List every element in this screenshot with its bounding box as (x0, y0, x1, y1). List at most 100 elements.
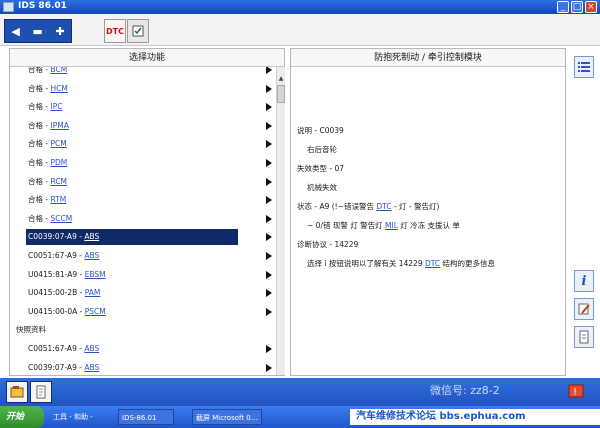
expand-arrow-icon[interactable] (266, 177, 272, 186)
close-button[interactable]: × (585, 1, 597, 13)
report-icon (36, 385, 46, 399)
detail-text-tail: 灯 冷冻 支援认 单 (397, 221, 460, 230)
vehicle-icon[interactable]: ▬ (32, 25, 42, 38)
list-view-button[interactable] (574, 56, 594, 78)
checklist-icon (132, 25, 144, 37)
expand-arrow-icon[interactable] (266, 363, 272, 372)
list-item-prefix: 合格 - (28, 139, 51, 149)
maximize-button[interactable]: □ (571, 1, 583, 13)
list-item-prefix: 合格 - (28, 195, 51, 205)
expand-arrow-icon[interactable] (266, 270, 272, 279)
expand-arrow-icon[interactable] (266, 233, 272, 242)
module-link[interactable]: ABS (84, 251, 99, 260)
dtc-label: DTC (106, 26, 124, 36)
report-button[interactable] (30, 381, 52, 403)
list-item-label: C0039:07-A9 - ABS (28, 228, 99, 246)
forum-banner: 汽车维修技术论坛 bbs.ephua.com (350, 409, 600, 425)
dtc-detail-line: 状态 - A9 (!~错误警告 DTC - 灯 - 警告灯) (297, 201, 439, 212)
function-list-item[interactable]: U0415:00-2B - PAM (10, 284, 276, 302)
function-list-item[interactable]: C0039:07-A9 - ABS (10, 228, 276, 246)
module-link[interactable]: BCM (50, 67, 67, 74)
module-link[interactable]: SCCM (50, 214, 72, 223)
expand-arrow-icon[interactable] (266, 159, 272, 167)
module-link[interactable]: HCM (50, 84, 67, 93)
function-list-item[interactable]: U0415:00-0A - PSCM (10, 303, 276, 321)
start-button[interactable]: 开始 (0, 406, 44, 428)
module-link[interactable]: ABS (84, 344, 99, 353)
warning-icon[interactable]: ! (568, 384, 584, 398)
module-link[interactable]: PAM (85, 288, 101, 297)
function-list-item[interactable]: 合格 - PCM (10, 135, 276, 153)
function-list-item[interactable]: C0039:07-A9 - ABS (10, 359, 276, 375)
function-list-item[interactable]: 合格 - RTM (10, 191, 276, 209)
scroll-up-icon[interactable]: ▲ (277, 75, 285, 83)
list-item-label: 快照资料 (16, 321, 46, 339)
expand-arrow-icon[interactable] (266, 140, 272, 149)
edit-notes-button[interactable] (574, 298, 594, 320)
dtc-detail-line: 右后音轮 (307, 144, 337, 155)
expand-arrow-icon[interactable] (266, 84, 272, 93)
module-link[interactable]: IPC (50, 102, 62, 111)
print-button[interactable] (574, 326, 594, 348)
expand-arrow-icon[interactable] (266, 121, 272, 130)
back-arrow-icon[interactable]: ◀ (11, 25, 19, 38)
module-link[interactable]: RTM (50, 195, 66, 204)
list-item-label: C0051:67-A9 - ABS (28, 247, 99, 265)
detail-link[interactable]: DTC (376, 202, 391, 211)
expand-arrow-icon[interactable] (266, 196, 272, 205)
dtc-detail-line: 选择 i 按钮说明以了解有关 14229 DTC 结构的更多信息 (307, 258, 495, 269)
module-link[interactable]: PSCM (85, 307, 106, 316)
detail-link[interactable]: DTC (425, 259, 440, 268)
list-item-prefix: 合格 - (28, 176, 51, 186)
list-item-prefix: 合格 - (28, 102, 51, 112)
module-link[interactable]: IPMA (50, 121, 68, 130)
taskbar-item-ids[interactable]: IDS-86.01 (118, 409, 174, 425)
session-button[interactable] (6, 381, 28, 403)
dtc-detail-line: 机械失效 (307, 182, 337, 193)
checklist-tool-button[interactable] (127, 19, 149, 43)
expand-arrow-icon[interactable] (266, 214, 272, 223)
function-list-scrollbar[interactable]: ▲ (276, 67, 285, 375)
list-item-prefix: U0415:00-0A - (28, 306, 85, 316)
dtc-detail-line: 诊断协议 - 14229 (297, 239, 358, 250)
function-list-item[interactable]: C0051:67-A9 - ABS (10, 340, 276, 358)
function-list-item[interactable]: 合格 - SCCM (10, 210, 276, 228)
function-list-item[interactable]: U0415:81-A9 - EBSM (10, 266, 276, 284)
function-list-item[interactable]: 合格 - RCM (10, 173, 276, 191)
quick-launch[interactable]: 工具 - 和助 - (50, 409, 96, 425)
list-item-prefix: 合格 - (28, 213, 51, 223)
list-item-label: 合格 - BCM (28, 67, 67, 79)
expand-arrow-icon[interactable] (266, 67, 272, 74)
module-link[interactable]: PDM (50, 158, 67, 167)
list-item-label: 合格 - IPMA (28, 117, 69, 135)
expand-arrow-icon[interactable] (266, 289, 272, 298)
module-link[interactable]: EBSM (85, 270, 106, 279)
module-link[interactable]: ABS (84, 363, 99, 372)
detail-text-tail: - 灯 - 警告灯) (391, 202, 440, 211)
dtc-tool-button[interactable]: DTC (104, 19, 126, 43)
function-select-panel: 选择功能 合格 - BCM 合格 - HCM 合格 - IPC 合格 - IPMA 合格… (9, 48, 285, 376)
info-button[interactable]: i (574, 270, 594, 292)
function-list-item[interactable]: 合格 - HCM (10, 80, 276, 98)
list-item-prefix: C0039:07-A9 - (28, 232, 85, 242)
expand-arrow-icon[interactable] (266, 345, 272, 353)
function-list-item[interactable]: 合格 - IPMA (10, 117, 276, 135)
module-link[interactable]: ABS (84, 232, 99, 241)
function-list-item[interactable]: 合格 - BCM (10, 67, 276, 79)
expand-arrow-icon[interactable] (266, 252, 272, 260)
pencil-icon (578, 303, 590, 315)
expand-arrow-icon[interactable] (266, 307, 272, 316)
toolbox-icon[interactable]: ✚ (55, 25, 64, 38)
taskbar-item-capture[interactable]: 截屏 Microsoft 0... (192, 409, 262, 425)
minimize-button[interactable]: _ (557, 1, 569, 13)
module-link[interactable]: PCM (50, 139, 66, 148)
list-item-label: 合格 - RTM (28, 191, 66, 209)
function-list-item[interactable]: C0051:67-A9 - ABS (10, 247, 276, 265)
function-list-item[interactable]: 合格 - IPC (10, 98, 276, 116)
function-list-item[interactable]: 合格 - PDM (10, 154, 276, 172)
detail-link[interactable]: MIL (385, 221, 398, 230)
expand-arrow-icon[interactable] (266, 103, 272, 112)
scroll-thumb[interactable] (277, 85, 285, 103)
module-link[interactable]: RCM (50, 177, 67, 186)
list-item-label: 合格 - RCM (28, 173, 67, 191)
